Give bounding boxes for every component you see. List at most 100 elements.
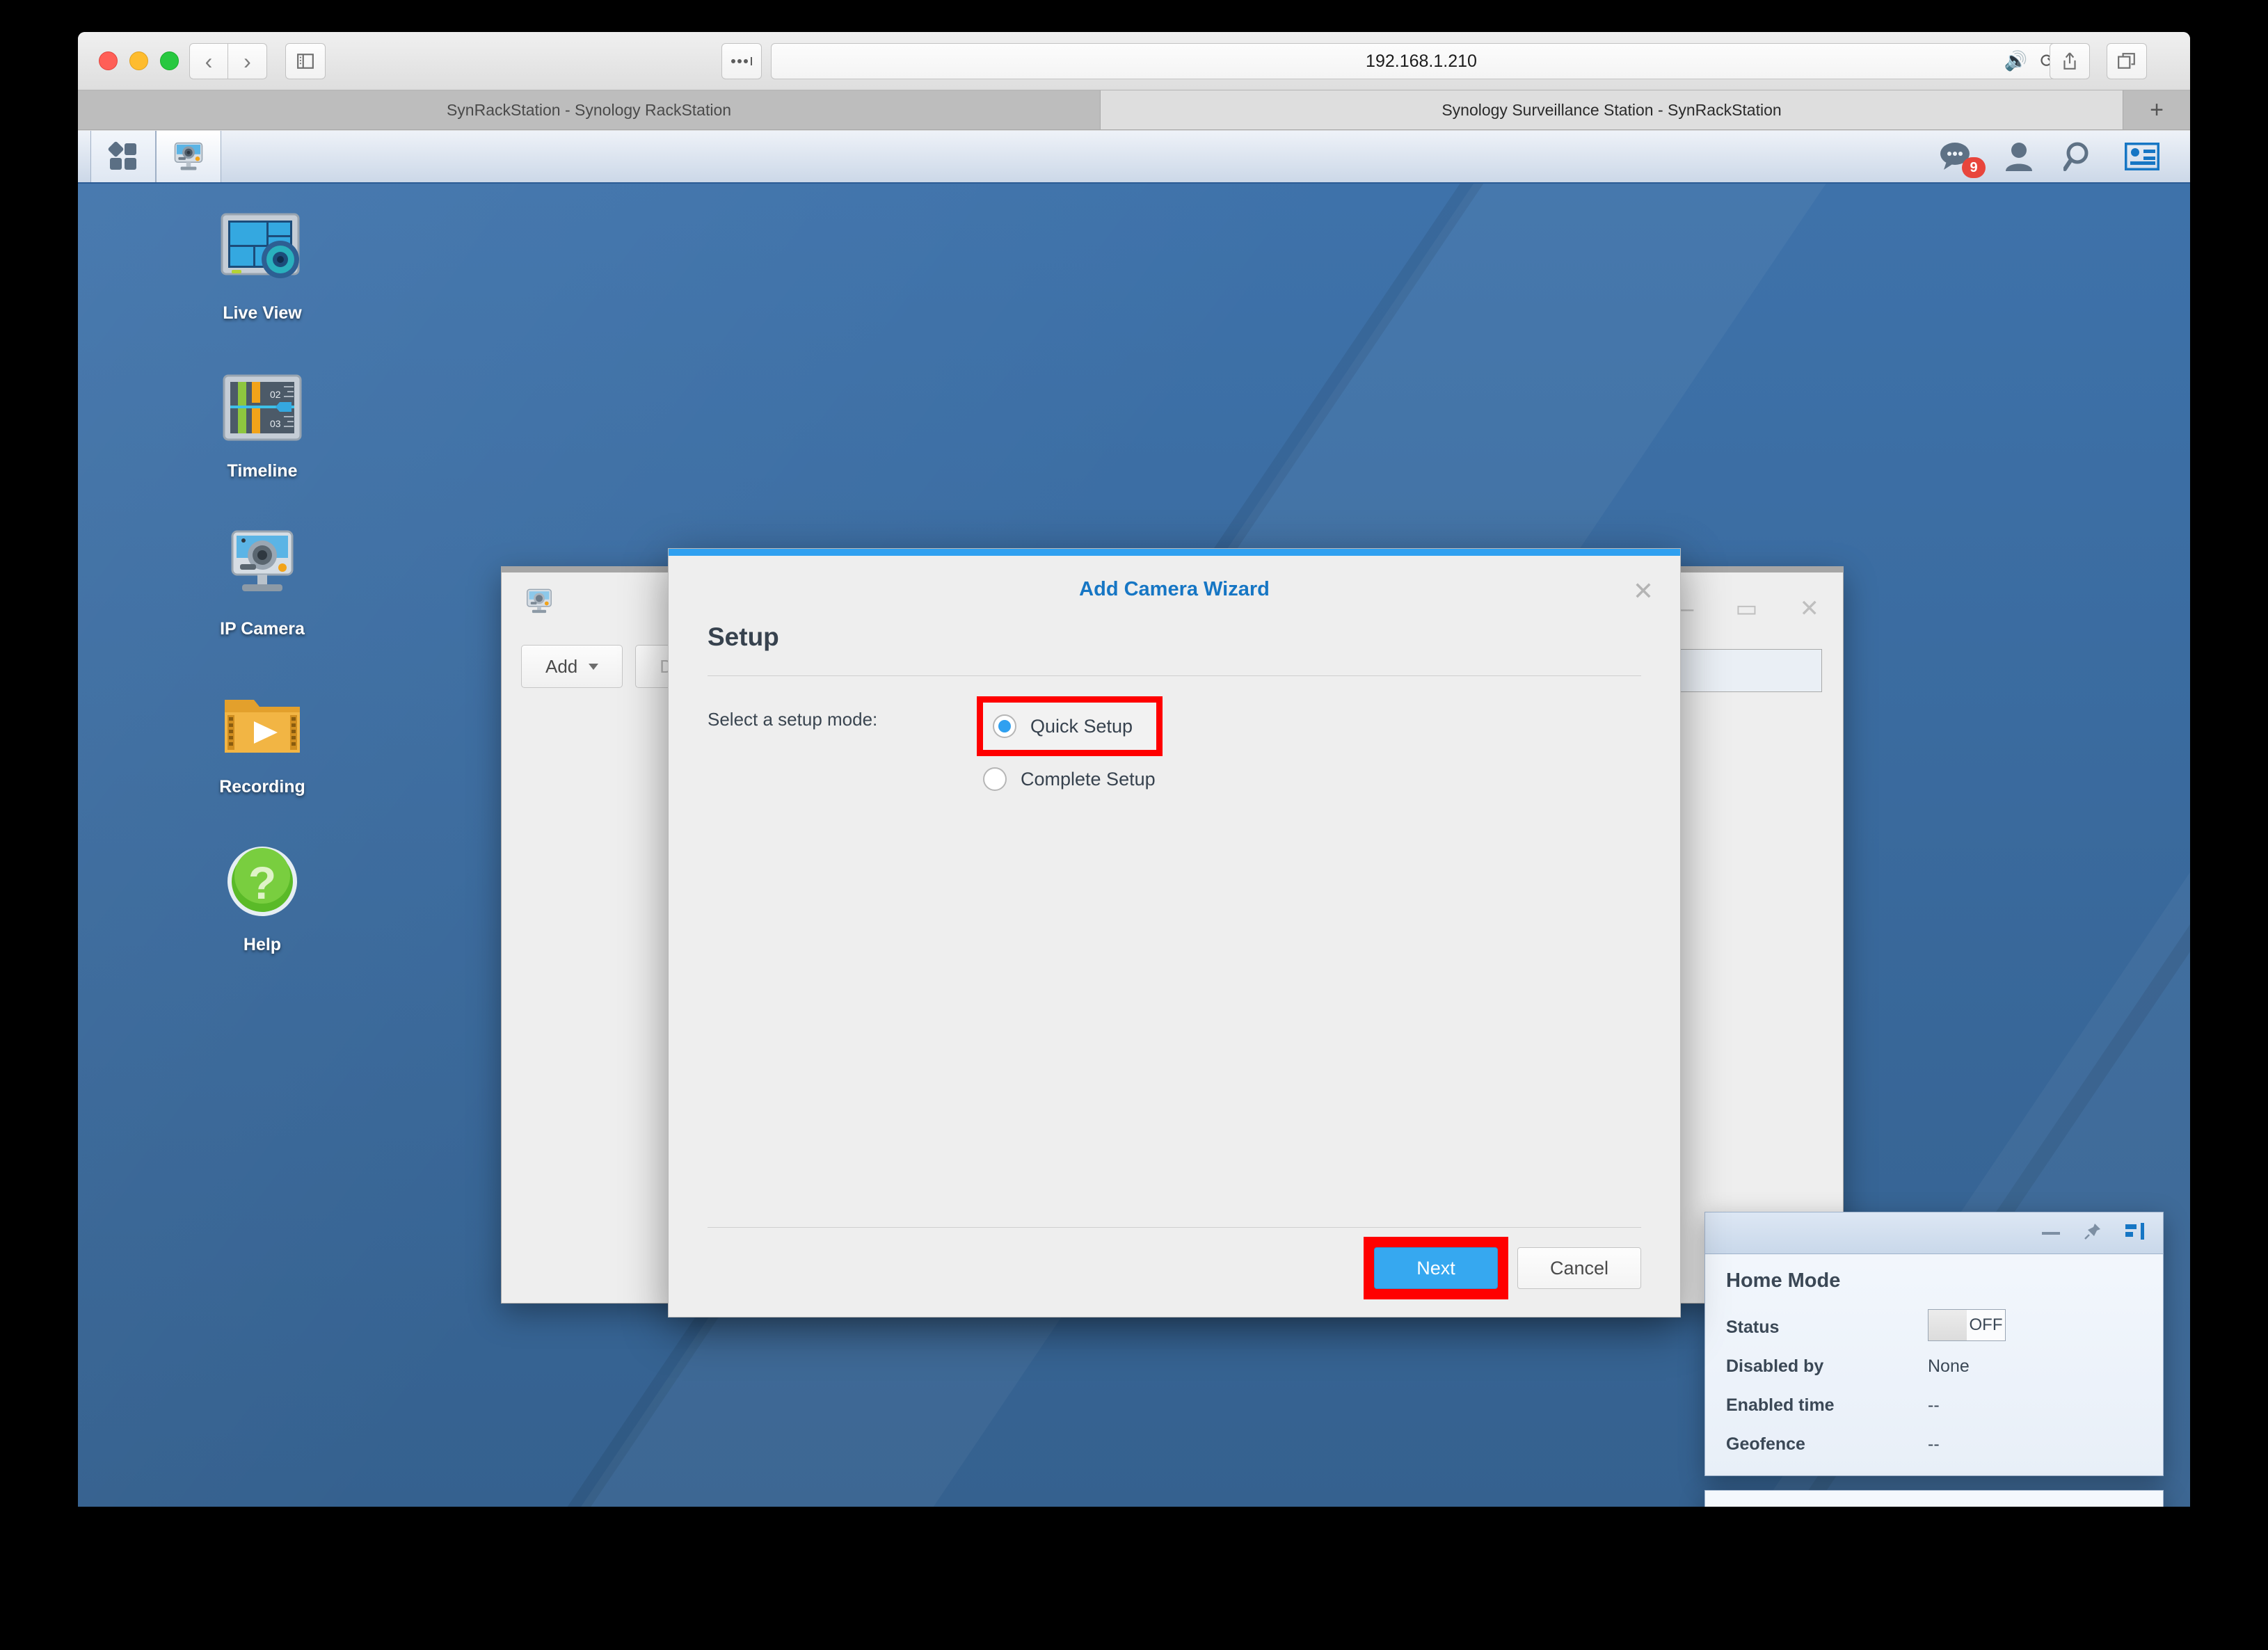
chevron-down-icon bbox=[589, 664, 598, 670]
cancel-button[interactable]: Cancel bbox=[1517, 1247, 1641, 1289]
svg-text:03: 03 bbox=[270, 418, 281, 429]
app-grid-icon bbox=[107, 141, 139, 173]
divider bbox=[708, 1227, 1641, 1228]
window-traffic-lights bbox=[99, 51, 179, 70]
radio-label: Quick Setup bbox=[1030, 716, 1133, 737]
svg-text:02: 02 bbox=[270, 389, 281, 400]
taskbar-item-ip-camera[interactable] bbox=[156, 131, 221, 182]
add-camera-button[interactable]: Add bbox=[521, 645, 623, 688]
setup-mode-radio-group: Quick Setup Complete Setup bbox=[930, 703, 1156, 808]
back-button[interactable]: ‹ bbox=[189, 43, 228, 79]
share-button[interactable] bbox=[2050, 43, 2090, 79]
row-value: -- bbox=[1928, 1434, 1940, 1455]
svg-text:?: ? bbox=[248, 857, 276, 908]
toggle-state-label: OFF bbox=[1967, 1310, 2005, 1340]
chevron-left-icon: ‹ bbox=[205, 50, 213, 72]
desktop-icon-label: Live View bbox=[175, 303, 349, 323]
dialog-accent-bar bbox=[669, 549, 1680, 556]
app-menu-button[interactable] bbox=[90, 131, 156, 182]
user-menu-button[interactable] bbox=[2004, 141, 2034, 173]
home-mode-row-enabled-time: Enabled time -- bbox=[1726, 1386, 2142, 1425]
notifications-button[interactable]: 9 bbox=[1938, 141, 1974, 173]
ip-camera-icon bbox=[170, 138, 207, 175]
close-icon[interactable]: ✕ bbox=[1800, 595, 1820, 623]
url-text: 192.168.1.210 bbox=[1366, 51, 1477, 72]
desktop-icon-timeline[interactable]: 02 03 Timeline bbox=[175, 362, 349, 481]
station-desktop: Live View 02 03 bbox=[78, 184, 2190, 1507]
add-camera-wizard-dialog: Add Camera Wizard ✕ Setup Select a setup… bbox=[668, 548, 1681, 1317]
desktop-icon-ip-camera[interactable]: IP Camera bbox=[175, 520, 349, 639]
sidebar-toggle-icon bbox=[296, 52, 314, 70]
collapse-panel-icon[interactable] bbox=[2125, 1223, 2145, 1243]
widget-panel-button[interactable] bbox=[2125, 143, 2159, 170]
show-all-tabs-button[interactable] bbox=[721, 43, 762, 79]
browser-tab-0[interactable]: SynRackStation - Synology RackStation bbox=[78, 90, 1101, 129]
notification-count-badge: 9 bbox=[1962, 157, 1986, 178]
help-question-icon: ? bbox=[175, 836, 349, 927]
radio-button[interactable] bbox=[993, 714, 1016, 738]
home-mode-toggle[interactable]: OFF bbox=[1928, 1309, 2006, 1341]
minimize-window-button[interactable] bbox=[129, 51, 148, 70]
chevron-right-icon: › bbox=[243, 50, 251, 72]
home-mode-panel-titlebar bbox=[1705, 1212, 2163, 1254]
desktop-icon-help[interactable]: ? Help bbox=[175, 836, 349, 955]
sidebar-toggle-button[interactable] bbox=[285, 43, 326, 79]
search-button[interactable] bbox=[2063, 141, 2095, 173]
next-button[interactable]: Next bbox=[1374, 1247, 1498, 1289]
setup-mode-label: Select a setup mode: bbox=[708, 703, 930, 808]
toggle-knob bbox=[1928, 1310, 1967, 1340]
minimize-icon[interactable] bbox=[2042, 1227, 2060, 1240]
ip-camera-icon bbox=[175, 520, 349, 611]
radio-label: Complete Setup bbox=[1021, 769, 1156, 790]
radio-option-quick-setup[interactable]: Quick Setup bbox=[993, 708, 1133, 744]
tab-overview-button[interactable] bbox=[2107, 43, 2147, 79]
quick-setup-highlight: Quick Setup bbox=[983, 703, 1156, 750]
close-window-button[interactable] bbox=[99, 51, 118, 70]
tab-title: SynRackStation - Synology RackStation bbox=[447, 101, 731, 120]
home-mode-panel: Home Mode Status OFF Disabled by bbox=[1704, 1212, 2164, 1476]
desktop-icon-list: Live View 02 03 bbox=[175, 205, 349, 994]
desktop-icon-label: Recording bbox=[175, 777, 349, 797]
radio-option-complete-setup[interactable]: Complete Setup bbox=[983, 761, 1156, 797]
address-bar[interactable]: 192.168.1.210 🔊 ⟳ bbox=[771, 43, 2072, 79]
home-mode-row-disabled-by: Disabled by None bbox=[1726, 1347, 2142, 1386]
next-button-highlight: Next bbox=[1370, 1243, 1502, 1293]
dialog-heading: Setup bbox=[669, 623, 1680, 652]
surveillance-station-app: 9 bbox=[78, 131, 2190, 1507]
client-management-title: Client Management bbox=[1726, 1506, 2142, 1507]
desktop-icon-live-view[interactable]: Live View bbox=[175, 205, 349, 323]
forward-button[interactable]: › bbox=[228, 43, 267, 79]
browser-toolbar: ‹ › 192.168.1.210 🔊 bbox=[78, 32, 2190, 90]
tab-title: Synology Surveillance Station - SynRackS… bbox=[1442, 101, 1781, 120]
devices-icon bbox=[1726, 1506, 1751, 1507]
desktop-icon-label: Help bbox=[175, 935, 349, 955]
desktop-icon-label: Timeline bbox=[175, 461, 349, 481]
row-key: Status bbox=[1726, 1317, 1928, 1338]
home-mode-title: Home Mode bbox=[1726, 1269, 2142, 1292]
close-icon[interactable]: ✕ bbox=[1633, 577, 1654, 606]
row-key: Enabled time bbox=[1726, 1395, 1928, 1416]
maximize-window-button[interactable] bbox=[160, 51, 179, 70]
desktop-icon-label: IP Camera bbox=[175, 619, 349, 639]
ip-camera-icon bbox=[522, 586, 556, 618]
radio-button[interactable] bbox=[983, 767, 1007, 791]
plus-icon: + bbox=[2150, 97, 2164, 124]
speaker-icon[interactable]: 🔊 bbox=[2004, 52, 2028, 71]
browser-tab-1[interactable]: Synology Surveillance Station - SynRackS… bbox=[1101, 90, 2123, 129]
timeline-icon: 02 03 bbox=[175, 362, 349, 453]
dialog-titlebar: Add Camera Wizard ✕ bbox=[669, 556, 1680, 623]
dialog-title: Add Camera Wizard bbox=[1079, 578, 1270, 601]
recording-folder-icon bbox=[175, 678, 349, 769]
browser-tab-bar: SynRackStation - Synology RackStation Sy… bbox=[78, 90, 2190, 130]
maximize-icon[interactable]: ▭ bbox=[1735, 595, 1757, 623]
browser-window: ‹ › 192.168.1.210 🔊 bbox=[78, 32, 2190, 1507]
desktop-icon-recording[interactable]: Recording bbox=[175, 678, 349, 797]
station-header-actions: 9 bbox=[1938, 131, 2190, 182]
new-tab-button[interactable]: + bbox=[2123, 90, 2190, 129]
client-management-body: Client Management admin Browser 167:22:1… bbox=[1705, 1491, 2163, 1507]
home-mode-row-geofence: Geofence -- bbox=[1726, 1425, 2142, 1464]
dialog-body: Select a setup mode: Quick Setup Complet… bbox=[669, 676, 1680, 808]
home-mode-row-status: Status OFF bbox=[1726, 1308, 2142, 1347]
client-management-panel: Client Management admin Browser 167:22:1… bbox=[1704, 1490, 2164, 1507]
pin-icon[interactable] bbox=[2084, 1222, 2102, 1244]
